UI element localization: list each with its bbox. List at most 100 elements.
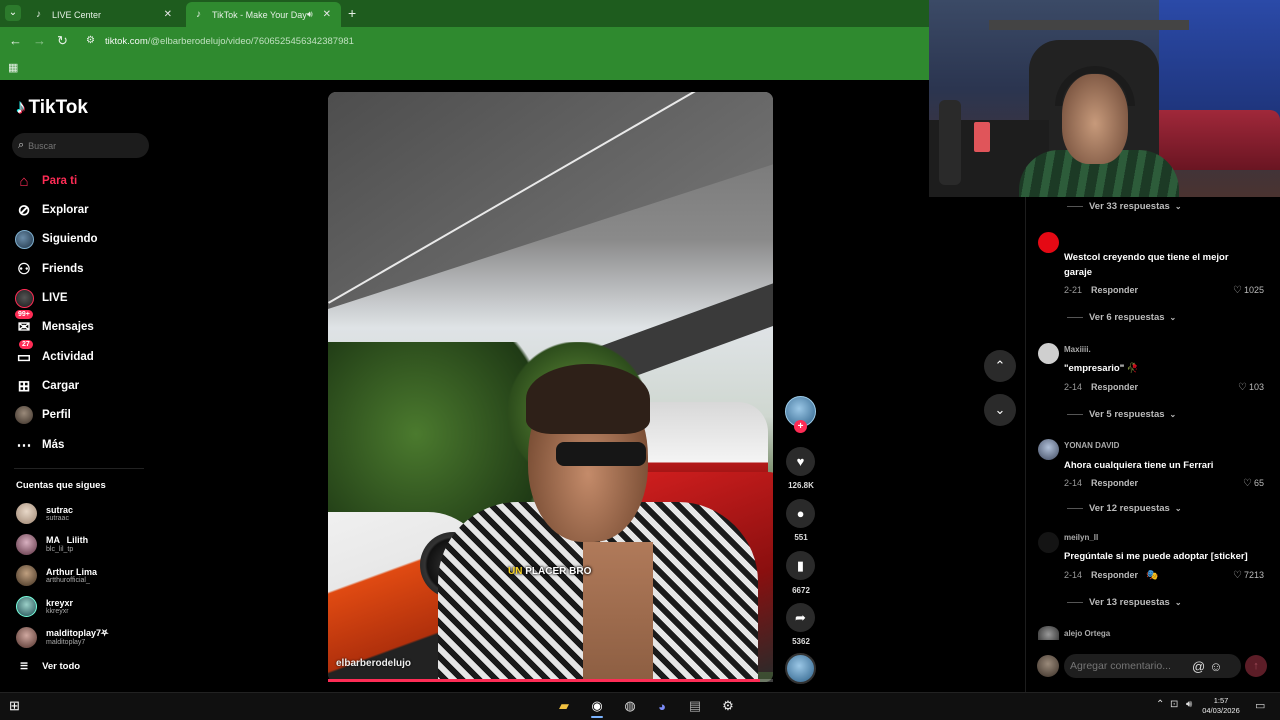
like-button[interactable]: ♥ xyxy=(786,447,815,476)
emoji-icon[interactable]: ☺ xyxy=(1209,659,1222,674)
comment-meta: 2-14 Responder ♡ 65 xyxy=(1064,476,1264,490)
comment-like-button[interactable]: ♡ 7213 xyxy=(1233,570,1264,581)
speaker-icon[interactable]: 🔊︎ xyxy=(307,9,313,20)
settings-gear-icon[interactable]: ⚙︎ xyxy=(718,697,738,715)
comment-username[interactable]: alejo Ortega xyxy=(1064,629,1110,638)
nav-actividad[interactable]: ▭ 27 Actividad xyxy=(14,340,94,368)
account-name: kreyxr xyxy=(46,597,74,608)
reply-button[interactable]: Responder xyxy=(1091,570,1138,580)
url-host: tiktok.com xyxy=(105,36,148,47)
following-account[interactable]: MA⠀Lilith blc_lil_tp xyxy=(16,531,88,557)
nav-para-ti[interactable]: ⌂ Para ti xyxy=(14,170,77,192)
sidebar-divider xyxy=(14,468,144,469)
commenter-avatar[interactable] xyxy=(1038,343,1059,364)
view-replies-button[interactable]: Ver 12 respuestas ⌄ xyxy=(1067,501,1182,515)
next-video-button[interactable]: ⌄ xyxy=(984,394,1016,426)
tiktok-logo[interactable]: ♪ TikTok xyxy=(16,97,88,119)
view-replies-button[interactable]: Ver 5 respuestas ⌄ xyxy=(1067,407,1176,421)
upload-icon: ⊞ xyxy=(17,378,31,395)
comment-like-button[interactable]: ♡ 1025 xyxy=(1233,285,1264,296)
music-disc-avatar[interactable] xyxy=(785,653,816,684)
share-button[interactable]: ➦ xyxy=(786,603,815,632)
tray-chevron-up-icon[interactable]: ⌃ xyxy=(1156,699,1164,710)
video-progress-bar[interactable] xyxy=(328,679,773,682)
current-user-avatar xyxy=(1037,655,1059,677)
see-all-link[interactable]: ☰ Ver todo xyxy=(20,661,80,672)
nav-siguiendo[interactable]: Siguiendo xyxy=(14,228,98,250)
video-author[interactable]: elbarberodelujo xyxy=(336,658,411,669)
comment-like-button[interactable]: ♡ 103 xyxy=(1238,382,1264,393)
following-account[interactable]: malditoplay7⛧ malditoplay7 xyxy=(16,624,108,650)
mention-icon[interactable]: @ xyxy=(1192,659,1205,674)
replies-line xyxy=(1067,601,1083,603)
obs-icon[interactable]: ◍ xyxy=(620,697,640,715)
close-tab-icon[interactable]: ✕ xyxy=(164,9,172,20)
commenter-avatar[interactable] xyxy=(1038,232,1059,253)
forward-arrow-icon[interactable]: → xyxy=(33,33,46,49)
replies-label: Ver 6 respuestas xyxy=(1089,311,1165,323)
view-replies-button[interactable]: Ver 33 respuestas ⌄ xyxy=(1067,199,1182,213)
replies-line xyxy=(1067,507,1083,509)
nav-explorar[interactable]: ⊘ Explorar xyxy=(14,199,89,221)
apps-grid-icon[interactable]: ▦ xyxy=(8,61,18,74)
chrome-icon[interactable]: ◉ xyxy=(587,697,607,718)
commenter-avatar[interactable] xyxy=(1038,626,1059,640)
video-person-sunglasses xyxy=(556,442,646,466)
tab-search-button[interactable]: ⌄ xyxy=(5,5,21,21)
nav-mensajes[interactable]: ✉︎ 99+ Mensajes xyxy=(14,310,94,338)
webcam-bed xyxy=(1149,110,1280,170)
nav-perfil[interactable]: Perfil xyxy=(14,404,71,426)
system-clock[interactable]: 1:57 04/03/2026 xyxy=(1199,696,1243,716)
app-window-icon[interactable]: ▤ xyxy=(685,697,705,715)
view-replies-button[interactable]: Ver 6 respuestas ⌄ xyxy=(1067,310,1176,324)
site-info-icon[interactable]: ⚙︎ xyxy=(86,35,95,46)
back-arrow-icon[interactable]: ← xyxy=(9,33,22,49)
commenter-avatar[interactable] xyxy=(1038,439,1059,460)
previous-video-button[interactable]: ⌃ xyxy=(984,350,1016,382)
nav-friends[interactable]: ⚇ Friends xyxy=(14,258,83,280)
list-icon: ☰ xyxy=(20,661,29,671)
view-replies-button[interactable]: Ver 13 respuestas ⌄ xyxy=(1067,595,1182,609)
reload-icon[interactable]: ↻ xyxy=(57,33,68,49)
reply-button[interactable]: Responder xyxy=(1091,285,1138,295)
tab-live-center[interactable]: ♪ LIVE Center ✕ xyxy=(26,2,182,27)
search-input[interactable] xyxy=(28,140,139,151)
reply-button[interactable]: Responder xyxy=(1091,382,1138,392)
notification-icon[interactable]: ▭ xyxy=(1255,699,1265,712)
following-account[interactable]: kreyxr kkreyxr xyxy=(16,593,73,619)
address-bar[interactable]: tiktok.com/@elbarberodelujo/video/760652… xyxy=(105,36,354,47)
nav-live[interactable]: LIVE xyxy=(14,287,68,309)
save-button[interactable]: ▮ xyxy=(786,551,815,580)
following-account[interactable]: sutrac sutraac xyxy=(16,500,73,526)
discord-icon[interactable]: ◕ xyxy=(652,697,672,715)
comment-input[interactable] xyxy=(1070,660,1188,672)
comment-username[interactable]: Maxiiii. xyxy=(1064,345,1091,354)
windows-start-icon[interactable]: ⊞ xyxy=(9,699,20,713)
search-box[interactable]: ⌕ xyxy=(12,133,149,158)
nav-cargar[interactable]: ⊞ Cargar xyxy=(14,375,79,397)
commenter-avatar[interactable] xyxy=(1038,532,1059,553)
video-player[interactable] xyxy=(328,92,773,682)
chevron-down-icon: ⌄ xyxy=(1174,201,1182,211)
reply-button[interactable]: Responder xyxy=(1091,478,1138,488)
follow-plus-icon[interactable]: + xyxy=(794,420,807,433)
following-account[interactable]: Arthur Lima artthurofficial_ xyxy=(16,562,97,588)
comment-username[interactable]: meilyn_ll xyxy=(1064,533,1098,542)
nav-mas[interactable]: ⋯ Más xyxy=(14,434,65,456)
comment-username[interactable]: YONAN DAVID xyxy=(1064,441,1119,450)
network-icon[interactable]: ⊡ xyxy=(1170,699,1178,710)
search-icon: ⌕ xyxy=(18,139,25,151)
comment-like-button[interactable]: ♡ 65 xyxy=(1243,478,1264,489)
new-tab-button[interactable]: + xyxy=(348,5,356,21)
post-comment-button[interactable]: ↑ xyxy=(1245,655,1267,677)
comment-input-box[interactable]: @ ☺ xyxy=(1064,654,1241,678)
messages-icon: ✉︎ 99+ xyxy=(14,310,34,337)
comment-like-count: 1025 xyxy=(1243,285,1264,295)
volume-icon[interactable]: 🔊︎ xyxy=(1186,699,1192,710)
more-icon: ⋯ xyxy=(16,437,32,454)
replies-label: Ver 5 respuestas xyxy=(1089,408,1165,420)
comment-button[interactable]: ● xyxy=(786,499,815,528)
file-explorer-icon[interactable]: ▰ xyxy=(554,697,574,715)
close-tab-icon[interactable]: ✕ xyxy=(323,9,331,20)
tab-tiktok[interactable]: ♪ TikTok - Make Your Day 🔊︎ ✕ xyxy=(186,2,341,27)
